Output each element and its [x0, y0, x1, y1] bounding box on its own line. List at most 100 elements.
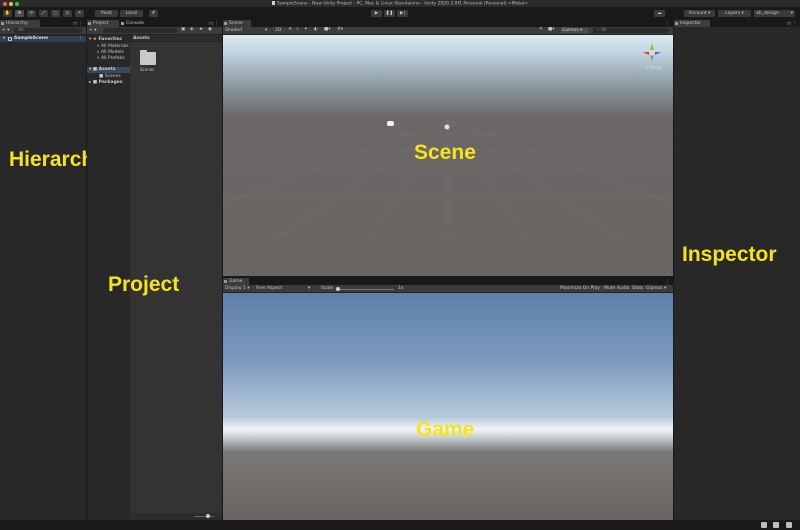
stats-toggle[interactable]: Stats — [632, 286, 644, 291]
rect-tool-button[interactable]: ▢ — [51, 10, 60, 17]
filter-type-icon[interactable]: ▣ — [181, 27, 185, 32]
hierarchy-toolbar: + ▾ All — [0, 27, 86, 35]
account-dropdown[interactable]: Account ▾ — [684, 10, 715, 17]
light-icon[interactable] — [387, 121, 394, 126]
step-button[interactable]: ▶| — [397, 10, 408, 17]
axis-gizmo-icon — [643, 43, 661, 61]
layers-dropdown[interactable]: Layers ▾ — [718, 10, 751, 17]
pivot-toggle[interactable]: Pivot — [95, 10, 118, 17]
inspector-menu-icon[interactable]: ⋮ — [792, 21, 797, 27]
debug-mode-icon[interactable] — [786, 522, 792, 528]
rotate-tool-button[interactable]: ⟳ — [27, 10, 36, 17]
expand-arrow-icon[interactable]: ▾ — [3, 36, 5, 41]
scene-icon — [224, 22, 227, 25]
inspector-panel: Inspector ⊓ ⋮ Inspector — [674, 19, 800, 520]
grid-icon: # — [151, 11, 156, 16]
camera-gizmo-icon[interactable] — [444, 124, 450, 130]
tree-item-scenes[interactable]: ■ Scenes — [99, 74, 121, 79]
maximize-on-play-toggle[interactable]: Maximize On Play — [560, 286, 600, 291]
grid-toggle-icon[interactable]: #▾ — [337, 27, 343, 32]
cache-server-icon[interactable] — [773, 522, 779, 528]
scale-icon: ⤢ — [41, 11, 46, 16]
display-dropdown[interactable]: Display 1 ▾ — [225, 286, 250, 291]
game-toolbar: Display 1 ▾ Free Aspect ▾ Scale 1x Maximi… — [223, 285, 673, 293]
play-icon: ▶ — [374, 11, 379, 16]
scene-panel: Scene ⋮ Shaded ▾ 2D ☀ ♪ ✦ ◐ ■▾ #▾ ✕ ■▾ Gi… — [223, 19, 673, 276]
favorites-item[interactable]: ⌕ All Prefabs — [97, 55, 125, 61]
hidden-objects-icon[interactable]: ◐ — [314, 27, 318, 32]
camera-settings-icon[interactable]: ■▾ — [548, 27, 555, 32]
mute-audio-toggle[interactable]: Mute Audio — [604, 286, 630, 291]
scale-tool-button[interactable]: ⤢ — [39, 10, 48, 17]
scenes-folder-asset[interactable]: Scenes — [138, 50, 158, 74]
scene-toolbar: Shaded ▾ 2D ☀ ♪ ✦ ◐ ■▾ #▾ ✕ ■▾ Gizmos ▾ ⌕… — [223, 27, 673, 35]
scene-search-input[interactable]: ⌕ All — [593, 28, 669, 33]
orientation-gizmo[interactable] — [641, 43, 663, 63]
tree-item-packages[interactable]: ▸ ■ Packages — [89, 80, 123, 85]
star-icon: ★ — [92, 37, 97, 42]
folder-large-icon-tab — [140, 50, 147, 53]
tab-game[interactable]: Game — [223, 278, 249, 285]
local-toggle[interactable]: Local — [120, 10, 143, 17]
eye-icon[interactable]: ◉ — [208, 27, 212, 32]
inspector-lock-icon[interactable]: ⊓ — [787, 21, 791, 27]
move-tool-button[interactable]: ✥ — [15, 10, 24, 17]
custom-tool-button[interactable]: ✕ — [75, 10, 84, 17]
tab-hierarchy[interactable]: Hierarchy — [0, 20, 40, 27]
tools-icon[interactable]: ✕ — [539, 27, 543, 32]
hand-icon: ✋ — [4, 11, 11, 16]
grid-snap-button[interactable]: # — [149, 10, 158, 17]
effects-toggle-icon[interactable]: ✦ — [304, 27, 308, 32]
scene-camera-icon[interactable]: ■▾ — [324, 27, 331, 32]
lighting-toggle-icon[interactable]: ☀ — [288, 27, 292, 32]
tab-scene[interactable]: Scene — [223, 20, 251, 27]
document-icon — [272, 1, 276, 5]
inspector-tabbar: Inspector ⊓ ⋮ — [674, 20, 800, 27]
transform-tool-button[interactable]: ◎ — [63, 10, 72, 17]
collab-cloud-button[interactable]: ☁ — [654, 10, 665, 17]
hierarchy-icon — [1, 22, 4, 25]
game-gizmos-dropdown[interactable]: Gizmos ▾ — [646, 286, 666, 291]
window-title: SampleScene - New Unity Project - PC, Ma… — [0, 1, 800, 7]
create-dropdown[interactable]: + ▾ — [2, 28, 9, 33]
favorites-header[interactable]: ▾ ★ Favorites — [89, 37, 122, 42]
folder-tab-icon — [88, 22, 91, 25]
unity-scene-icon — [8, 37, 12, 41]
scale-slider-thumb[interactable] — [336, 287, 340, 291]
audio-toggle-icon[interactable]: ♪ — [296, 27, 299, 32]
status-bar — [0, 520, 800, 530]
hand-tool-button[interactable]: ✋ — [3, 10, 12, 17]
hierarchy-search-input[interactable]: All — [14, 28, 82, 33]
tab-console[interactable]: Console — [120, 20, 152, 27]
tab-project[interactable]: Project — [87, 20, 119, 27]
folder-label: Scenes — [140, 67, 155, 72]
tree-item-assets[interactable]: ▾ ■ Assets — [87, 67, 130, 73]
favorite-star-icon[interactable]: ★ — [199, 27, 203, 32]
scene-gizmos-dropdown[interactable]: Gizmos ▾ — [561, 28, 588, 33]
shading-mode-dropdown[interactable]: Shaded ▾ — [225, 28, 271, 33]
scale-slider-track[interactable] — [336, 289, 394, 290]
persp-label[interactable]: < Persp — [645, 65, 661, 70]
scene-viewport[interactable]: < Persp Scene — [223, 35, 673, 276]
icon-size-slider[interactable] — [194, 516, 214, 517]
project-create-dropdown[interactable]: + ▾ — [89, 28, 96, 33]
icon-size-slider-thumb[interactable] — [206, 514, 210, 518]
breadcrumb-assets[interactable]: Assets — [133, 36, 150, 41]
scene-menu-icon[interactable]: ⋮ — [79, 36, 84, 41]
project-search-input[interactable] — [103, 28, 177, 33]
play-button[interactable]: ▶ — [371, 10, 382, 17]
hierarchy-scene-row[interactable]: ▾ SampleScene ⋮ — [0, 36, 86, 42]
game-viewport[interactable]: Game — [223, 293, 673, 520]
main-toolbar: ✋ ✥ ⟳ ⤢ ▢ ◎ ✕ Pivot Local # ▶ ❚❚ ▶| ☁ Ac… — [0, 8, 800, 19]
tab-inspector[interactable]: Inspector — [674, 20, 710, 27]
project-footer — [130, 513, 222, 520]
scene-overlay-label: Scene — [414, 141, 476, 164]
pause-button[interactable]: ❚❚ — [384, 10, 395, 17]
console-icon — [121, 22, 124, 25]
mode-2d-toggle[interactable]: 2D — [275, 28, 281, 33]
layout-dropdown[interactable]: ah_design ▾ — [754, 10, 795, 17]
game-tabbar: Game ⋮ — [223, 278, 673, 285]
aspect-dropdown[interactable]: Free Aspect ▾ — [256, 286, 312, 291]
auto-generate-lighting-icon[interactable] — [761, 522, 767, 528]
filter-label-icon[interactable]: ◈ — [190, 27, 193, 32]
